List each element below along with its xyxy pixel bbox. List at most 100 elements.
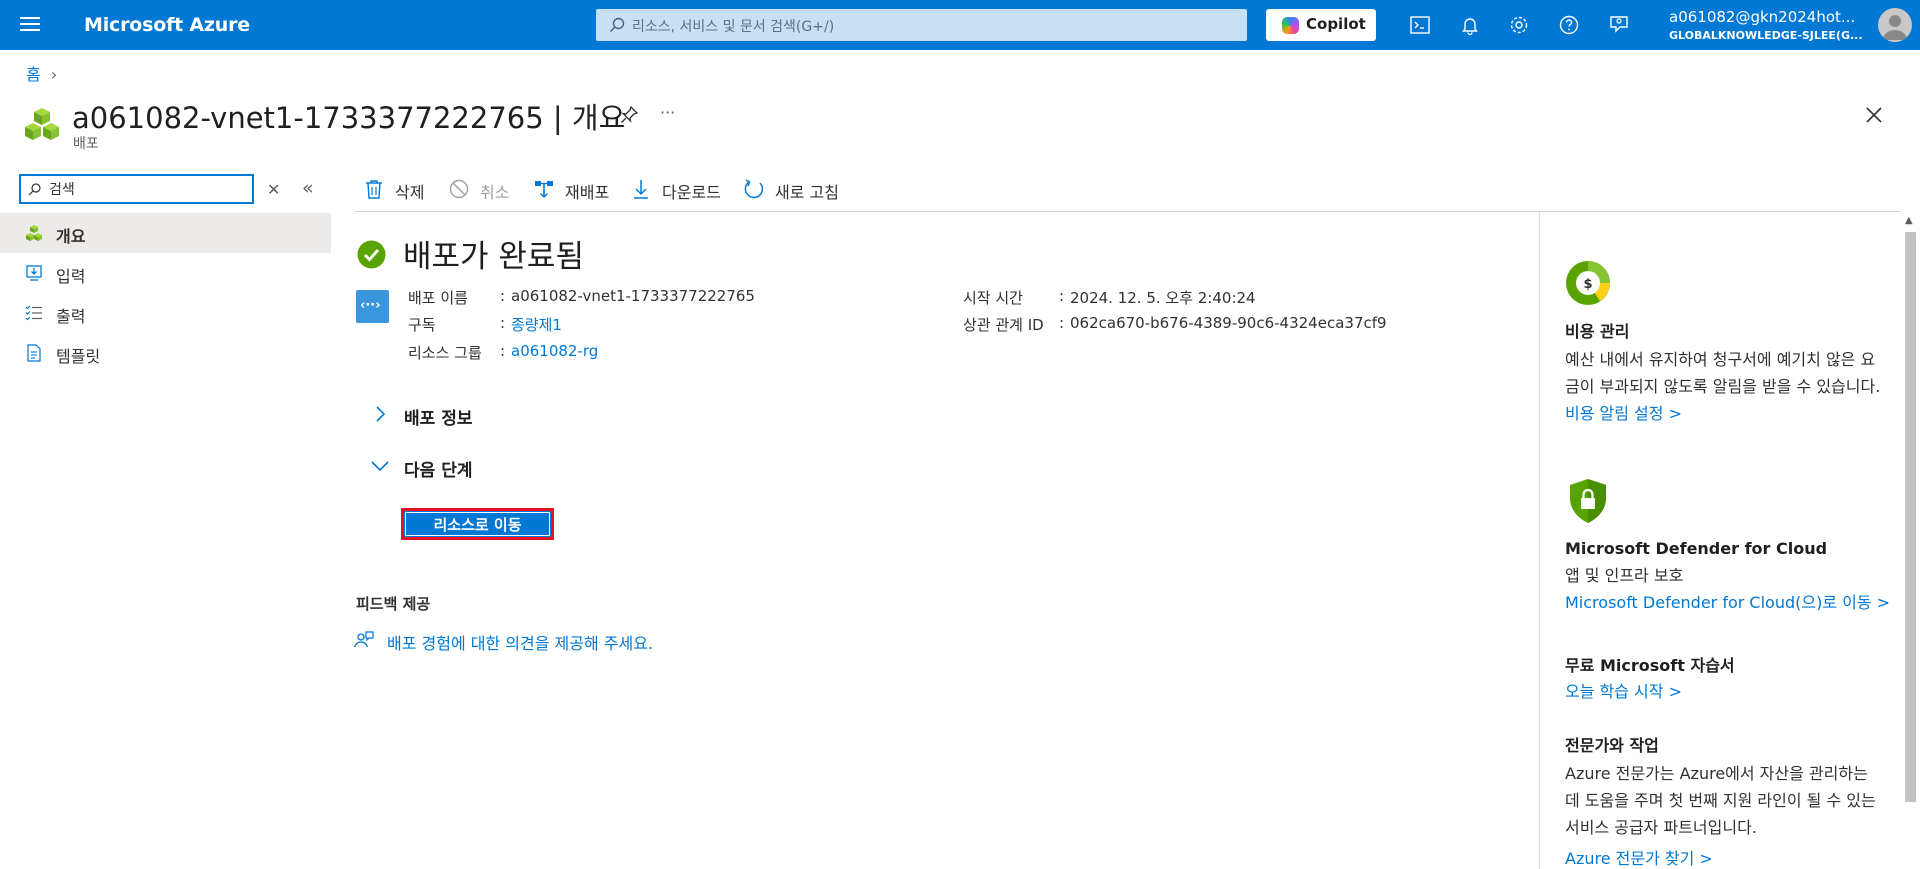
deployment-cubes-icon: [25, 108, 59, 140]
resource-group-link[interactable]: a061082-rg: [511, 342, 598, 360]
defender-card: Microsoft Defender for Cloud 앱 및 인프라 보호 …: [1565, 539, 1890, 616]
start-learning-link[interactable]: 오늘 학습 시작 >: [1565, 678, 1885, 705]
tutorials-card: 무료 Microsoft 자습서 오늘 학습 시작 >: [1565, 652, 1885, 705]
avatar[interactable]: [1878, 8, 1912, 42]
page-title: a061082-vnet1-1733377222765 | 개요: [72, 101, 626, 135]
download-icon: [634, 180, 648, 199]
redeploy-label: 재배포: [565, 183, 610, 202]
detail-resource-group: 리소스 그룹 : a061082-rg: [408, 342, 808, 364]
nav-item-outputs[interactable]: 출력: [0, 293, 331, 333]
copilot-label: Copilot: [1306, 15, 1366, 33]
breadcrumb-home[interactable]: 홈: [26, 65, 41, 84]
detail-colon: :: [1059, 314, 1065, 332]
card-title: 무료 Microsoft 자습서: [1565, 656, 1735, 675]
help-question-icon[interactable]: [1557, 13, 1581, 37]
detail-colon: :: [1059, 287, 1065, 305]
detail-colon: :: [500, 342, 506, 360]
detail-key: 리소스 그룹: [408, 344, 482, 362]
account-name[interactable]: a061082@gkn2024hot...: [1669, 8, 1855, 26]
experts-card: 전문가와 작업 Azure 전문가는 Azure에서 자산을 관리하는 데 도움…: [1565, 732, 1885, 869]
breadcrumb-separator: ›: [50, 65, 58, 84]
right-pane-divider: [1539, 212, 1540, 869]
download-label: 다운로드: [662, 183, 721, 202]
detail-key: 시작 시간: [963, 289, 1023, 307]
brand-name[interactable]: Microsoft Azure: [84, 14, 250, 36]
top-bar: Microsoft Azure 리소스, 서비스 및 문서 검색(G+/) Co…: [0, 0, 1920, 50]
collapse-nav-icon[interactable]: «: [302, 177, 314, 199]
cancel-button[interactable]: 취소: [448, 176, 518, 202]
settings-gear-icon[interactable]: [1507, 13, 1531, 37]
feedback-person-icon: [354, 631, 374, 648]
download-button[interactable]: 다운로드: [630, 176, 730, 202]
deployment-cubes-icon: [26, 225, 42, 241]
card-title: 전문가와 작업: [1565, 736, 1659, 755]
card-description: Azure 전문가는 Azure에서 자산을 관리하는 데 도움을 주며 첫 번…: [1565, 764, 1876, 837]
chevron-right-icon: [376, 406, 386, 422]
search-icon: [28, 183, 41, 196]
copilot-button[interactable]: Copilot: [1266, 9, 1376, 41]
detail-subscription: 구독 : 종량제1: [408, 314, 808, 336]
detail-value: a061082-vnet1-1733377222765: [511, 287, 755, 305]
chevron-down-icon: [371, 461, 389, 472]
hamburger-menu-icon[interactable]: [18, 14, 42, 36]
card-title: Microsoft Defender for Cloud: [1565, 539, 1828, 558]
defender-shield-icon: [1570, 479, 1606, 523]
nav-search-input[interactable]: [49, 179, 239, 199]
input-icon: [26, 265, 42, 281]
next-steps-label: 다음 단계: [404, 461, 473, 481]
nav-item-label: 입력: [56, 267, 86, 286]
clear-search-icon[interactable]: ✕: [267, 180, 280, 199]
go-to-resource-button[interactable]: 리소스로 이동: [401, 508, 554, 540]
close-icon[interactable]: [1864, 105, 1884, 125]
redeploy-icon: [535, 181, 553, 198]
nav-item-label: 템플릿: [56, 347, 101, 366]
card-description: 앱 및 인프라 보호: [1565, 566, 1684, 585]
output-list-icon: [25, 305, 42, 321]
delete-button[interactable]: 삭제: [363, 176, 433, 202]
detail-correlation-id: 상관 관계 ID : 062ca670-b676-4389-90c6-4324e…: [963, 314, 1523, 336]
detail-key: 상관 관계 ID: [963, 316, 1044, 334]
defender-link[interactable]: Microsoft Defender for Cloud(으)로 이동 >: [1565, 589, 1890, 616]
cost-alerts-link[interactable]: 비용 알림 설정 >: [1565, 400, 1885, 427]
pin-icon[interactable]: [618, 104, 640, 126]
scroll-up-arrow-icon[interactable]: ▲: [1905, 215, 1913, 226]
global-search-input[interactable]: 리소스, 서비스 및 문서 검색(G+/): [596, 9, 1247, 41]
detail-key: 구독: [408, 316, 436, 334]
deployment-details-label: 배포 정보: [404, 409, 473, 429]
svg-text:$: $: [1583, 277, 1592, 292]
detail-value: 062ca670-b676-4389-90c6-4324eca37cf9: [1070, 314, 1387, 332]
trash-icon: [366, 180, 382, 199]
detail-deployment-name: 배포 이름 : a061082-vnet1-1733377222765: [408, 287, 808, 309]
cloud-shell-icon[interactable]: [1408, 13, 1432, 37]
deployment-details-toggle[interactable]: 배포 정보: [370, 400, 670, 430]
nav-item-inputs[interactable]: 입력: [0, 253, 331, 293]
nav-item-label: 개요: [56, 227, 86, 246]
nav-item-overview[interactable]: 개요: [0, 213, 331, 253]
card-description: 예산 내에서 유지하여 청구서에 예기치 않은 요금이 부과되지 않도록 알림을…: [1565, 350, 1881, 396]
refresh-button[interactable]: 새로 고침: [743, 176, 853, 202]
scrollbar-thumb[interactable]: [1905, 232, 1916, 802]
deployment-status-title: 배포가 완료됨: [403, 239, 584, 275]
template-doc-icon: [27, 344, 41, 362]
account-directory[interactable]: GLOBALKNOWLEDGE-SJLEE(G...: [1669, 29, 1863, 42]
refresh-label: 새로 고침: [775, 183, 839, 202]
redeploy-button[interactable]: 재배포: [533, 176, 623, 202]
copilot-logo-icon: [1282, 17, 1299, 34]
more-options-icon[interactable]: ···: [660, 103, 675, 122]
find-experts-link[interactable]: Azure 전문가 찾기 >: [1565, 845, 1885, 869]
next-steps-toggle[interactable]: 다음 단계: [370, 452, 670, 482]
page-subtitle: 배포: [73, 136, 99, 152]
notifications-bell-icon[interactable]: [1458, 13, 1482, 37]
subscription-link[interactable]: 종량제1: [511, 314, 562, 335]
page-scrollbar[interactable]: ▲: [1900, 212, 1920, 869]
search-placeholder: 리소스, 서비스 및 문서 검색(G+/): [632, 19, 835, 35]
cancel-label: 취소: [480, 183, 510, 202]
command-bar: 삭제 취소 재배포 다운로드 새로 고침: [355, 168, 1900, 212]
nav-item-template[interactable]: 템플릿: [0, 333, 331, 373]
feedback-person-icon[interactable]: [1607, 13, 1631, 37]
search-icon: [610, 17, 625, 32]
nav-search-field[interactable]: [19, 174, 254, 204]
cancel-icon: [449, 179, 469, 199]
feedback-heading: 피드백 제공: [356, 595, 431, 613]
deployment-code-icon: ‹··›: [356, 290, 389, 323]
